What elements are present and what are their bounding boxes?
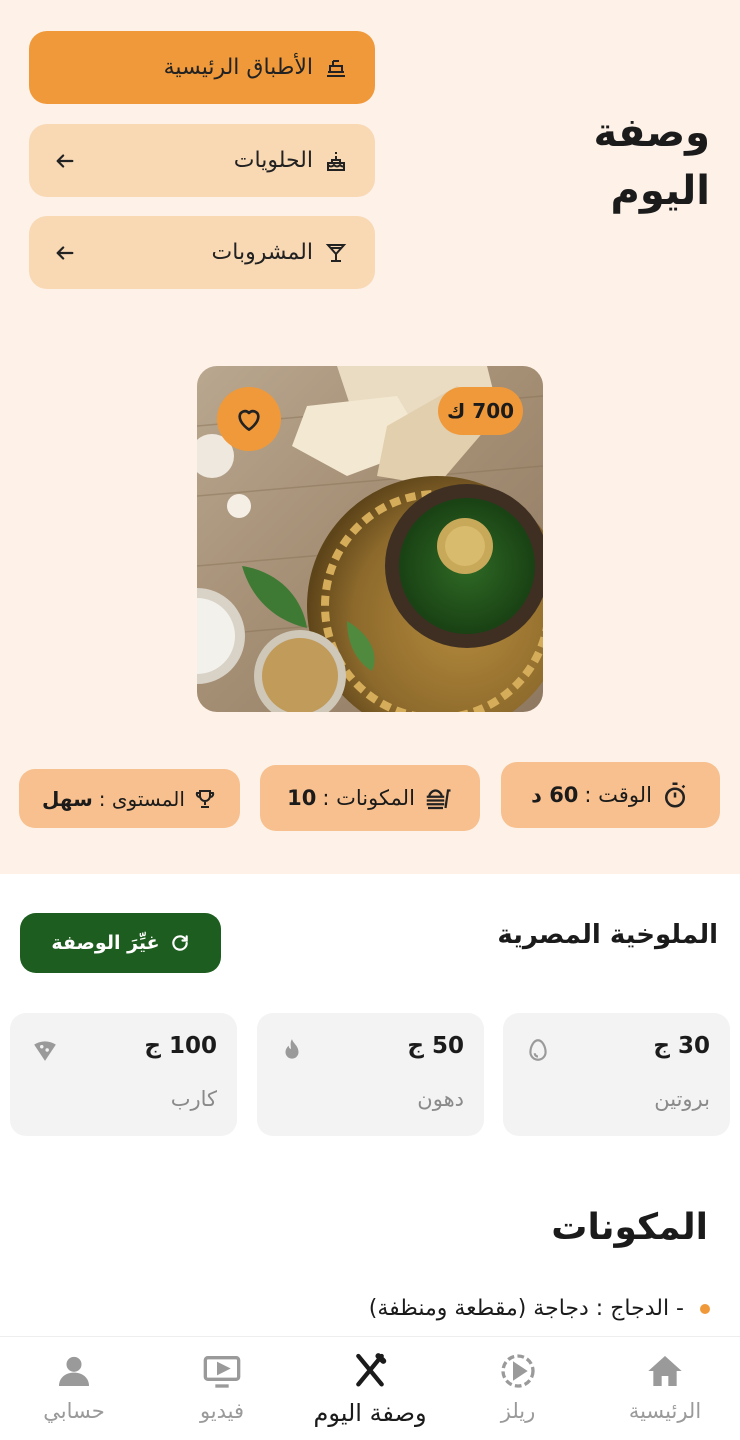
ingredient-item: - الدجاج : دجاجة (مقطعة ومنظفة) xyxy=(369,1296,710,1321)
change-recipe-label: غيِّرَ الوصفة xyxy=(51,932,160,954)
time-stat-chip: الوقت : 60 د xyxy=(501,762,720,828)
macro-label: كارب xyxy=(170,1087,217,1111)
category-desserts-button[interactable]: الحلويات xyxy=(29,124,375,197)
favorite-button[interactable] xyxy=(217,387,281,451)
change-recipe-button[interactable]: غيِّرَ الوصفة xyxy=(20,913,221,973)
macro-value: 100 ج xyxy=(144,1033,217,1059)
utensils-icon xyxy=(348,1349,392,1393)
category-label: الأطباق الرئيسية xyxy=(163,55,313,80)
level-value: سهل xyxy=(42,786,93,811)
bottom-nav: الرئيسية ريلز وصفة اليوم فيديو حسابي xyxy=(0,1336,740,1440)
burger-icon xyxy=(423,783,453,813)
bullet-dot xyxy=(700,1303,710,1314)
ingredients-title: المكونات xyxy=(551,1207,708,1248)
category-main-dishes-button[interactable]: الأطباق الرئيسية xyxy=(29,31,375,104)
heart-icon xyxy=(233,403,265,435)
macro-value: 30 ج xyxy=(653,1033,710,1059)
nav-home[interactable]: الرئيسية xyxy=(605,1349,725,1435)
ingredients-label: المكونات : xyxy=(322,786,415,810)
pizza-icon xyxy=(32,1037,58,1063)
level-label: المستوى : xyxy=(98,786,185,811)
arrow-left-icon xyxy=(53,241,77,265)
macro-fat-card: 50 ج دهون xyxy=(257,1013,484,1136)
tv-icon xyxy=(200,1349,244,1393)
refresh-icon xyxy=(170,933,190,953)
ingredients-stat-chip: المكونات : 10 xyxy=(260,765,480,831)
play-circle-icon xyxy=(496,1349,540,1393)
macro-label: دهون xyxy=(417,1087,464,1111)
main-dish-icon xyxy=(323,55,349,81)
cake-icon xyxy=(323,148,349,174)
home-icon xyxy=(643,1349,687,1393)
macro-label: بروتين xyxy=(654,1087,710,1111)
nav-reels[interactable]: ريلز xyxy=(458,1349,578,1435)
macro-protein-card: 30 ج بروتين xyxy=(503,1013,730,1136)
ingredient-text: - الدجاج : دجاجة (مقطعة ومنظفة) xyxy=(368,1296,684,1321)
user-icon xyxy=(52,1349,96,1393)
nav-account[interactable]: حسابي xyxy=(14,1349,134,1435)
recipe-name: الملوخية المصرية xyxy=(497,920,718,950)
time-value: 60 د xyxy=(531,783,579,807)
egg-icon xyxy=(525,1037,551,1063)
page-title: وصفة اليوم xyxy=(593,110,710,214)
category-label: المشروبات xyxy=(211,240,313,265)
nav-label: حسابي xyxy=(43,1399,105,1423)
nav-label: ريلز xyxy=(500,1399,536,1423)
level-stat-chip: المستوى : سهل xyxy=(19,769,240,828)
arrow-left-icon xyxy=(53,149,77,173)
stopwatch-icon xyxy=(660,780,690,810)
category-label: الحلويات xyxy=(233,148,313,173)
nav-label: وصفة اليوم xyxy=(313,1399,427,1427)
macro-carb-card: 100 ج كارب xyxy=(10,1013,237,1136)
time-label: الوقت : xyxy=(584,783,652,807)
nav-label: فيديو xyxy=(199,1399,245,1423)
macro-value: 50 ج xyxy=(407,1033,464,1059)
cocktail-glass-icon xyxy=(323,240,349,266)
nav-video[interactable]: فيديو xyxy=(162,1349,282,1435)
nav-label: الرئيسية xyxy=(628,1399,702,1423)
calories-badge: 700 ك xyxy=(438,387,523,435)
trophy-icon xyxy=(193,787,217,811)
nav-recipe-of-day[interactable]: وصفة اليوم xyxy=(300,1349,440,1435)
flame-icon xyxy=(279,1037,305,1063)
ingredients-value: 10 xyxy=(287,786,317,810)
category-drinks-button[interactable]: المشروبات xyxy=(29,216,375,289)
